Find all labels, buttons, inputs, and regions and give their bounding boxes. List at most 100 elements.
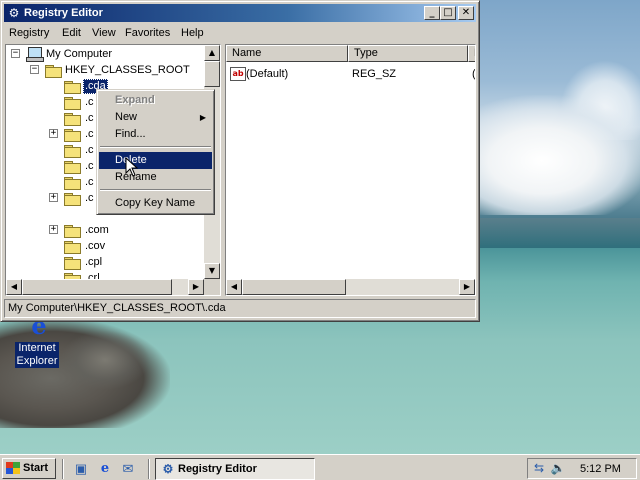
menu-item-find[interactable]: Find... (99, 126, 212, 143)
tree-label: .c (85, 176, 94, 188)
folder-open-icon (45, 64, 62, 78)
menu-favorites[interactable]: Favorites (122, 26, 173, 40)
tree-label: .c (85, 112, 94, 124)
column-header-name[interactable]: Name (226, 45, 348, 62)
menu-separator (100, 189, 211, 191)
value-name: (Default) (246, 68, 289, 80)
wallpaper-rocks (60, 330, 150, 390)
scroll-down-button[interactable]: ▼ (204, 263, 220, 279)
internet-explorer-quicklaunch-icon[interactable]: e (96, 460, 114, 478)
menu-item-delete[interactable]: Delete (99, 152, 212, 169)
tree-node[interactable]: + .com (6, 222, 206, 238)
taskbar-divider (62, 459, 64, 479)
list-row[interactable]: ab (Default) REG_SZ ( (226, 66, 476, 82)
folder-icon (64, 112, 81, 126)
taskbar-divider (148, 459, 150, 479)
scrollbar-corner (204, 279, 220, 295)
tree-label: .c (85, 128, 94, 140)
mouse-pointer-icon (125, 157, 139, 177)
wallpaper-cloud (470, 95, 640, 215)
scroll-up-button[interactable]: ▲ (204, 45, 220, 61)
context-menu: Expand New ▶ Find... Delete Rename Copy K… (96, 89, 215, 215)
taskbar-button-registry-editor[interactable]: ⚙ Registry Editor (155, 458, 315, 480)
outlook-express-icon[interactable]: ✉ (119, 460, 137, 478)
scroll-right-button[interactable]: ▶ (188, 279, 204, 295)
tree-node[interactable]: .cpl (6, 254, 206, 270)
clock[interactable]: 5:12 PM (580, 461, 621, 477)
expand-icon[interactable]: + (49, 129, 58, 138)
tree-label: .cov (85, 240, 106, 252)
folder-icon (64, 176, 81, 190)
volume-icon[interactable]: 🔈 (550, 460, 566, 476)
menu-separator (100, 146, 211, 148)
menu-item-rename[interactable]: Rename (99, 169, 212, 186)
tree-label: .c (85, 96, 94, 108)
status-bar: My Computer\HKEY_CLASSES_ROOT\.cda (4, 299, 476, 318)
tree-label: .c (85, 192, 94, 204)
value-data: ( (472, 68, 476, 80)
taskbar: Start ▣ e ✉ ⚙ Registry Editor ⇆ 🔈 5:12 P… (0, 454, 640, 480)
scroll-left-button[interactable]: ◀ (6, 279, 22, 295)
tree-node[interactable]: .cov (6, 238, 206, 254)
folder-icon (64, 96, 81, 110)
start-label: Start (23, 462, 49, 474)
folder-icon (64, 240, 81, 254)
tree-horizontal-scrollbar[interactable]: ◀ ▶ (6, 279, 204, 295)
menu-bar: Registry Edit View Favorites Help (4, 24, 476, 42)
close-button[interactable]: ✕ (458, 6, 474, 20)
tree-label: HKEY_CLASSES_ROOT (65, 64, 190, 76)
tree-label: My Computer (46, 48, 113, 60)
value-list-pane[interactable]: Name Type D ab (Default) REG_SZ ( ◀ ▶ (225, 44, 476, 296)
folder-icon (64, 160, 81, 174)
tree-label: .cpl (85, 256, 103, 268)
menu-help[interactable]: Help (178, 26, 207, 40)
desktop-icon-internet-explorer[interactable]: e Internet Explorer (6, 314, 68, 368)
folder-icon (64, 128, 81, 142)
scroll-right-button[interactable]: ▶ (459, 279, 475, 295)
system-tray: ⇆ 🔈 5:12 PM (527, 458, 637, 479)
scroll-thumb[interactable] (204, 61, 220, 87)
registry-editor-icon: ⚙ (8, 6, 20, 20)
wallpaper-sea (478, 218, 640, 248)
menu-edit[interactable]: Edit (59, 26, 84, 40)
folder-icon (64, 224, 81, 238)
collapse-icon[interactable]: − (11, 49, 20, 58)
title-bar[interactable]: ⚙ Registry Editor _ □ ✕ (4, 4, 476, 22)
scroll-thumb[interactable] (22, 279, 172, 295)
string-value-icon: ab (230, 67, 246, 81)
menu-item-copy-key-name[interactable]: Copy Key Name (99, 195, 212, 212)
registry-editor-icon: ⚙ (162, 462, 174, 476)
value-type: REG_SZ (352, 68, 397, 80)
scroll-left-button[interactable]: ◀ (226, 279, 242, 295)
registry-editor-window: ⚙ Registry Editor _ □ ✕ Registry Edit Vi… (0, 0, 480, 322)
menu-view[interactable]: View (89, 26, 119, 40)
menu-item-expand: Expand (115, 94, 155, 106)
expand-icon[interactable]: + (49, 193, 58, 202)
expand-icon[interactable]: + (49, 225, 58, 234)
windows-logo-icon (6, 462, 20, 474)
menu-registry[interactable]: Registry (6, 26, 52, 40)
folder-icon (64, 80, 81, 94)
desktop-icon-label: Internet Explorer (14, 342, 60, 368)
collapse-icon[interactable]: − (30, 65, 39, 74)
window-title: Registry Editor (24, 7, 103, 19)
tree-node-my-computer[interactable]: − My Computer (6, 46, 206, 62)
tree-label: .com (85, 224, 109, 236)
scroll-thumb[interactable] (242, 279, 346, 295)
folder-icon (64, 192, 81, 206)
column-header-type[interactable]: Type (348, 45, 468, 62)
taskbar-button-label: Registry Editor (178, 463, 257, 475)
tree-label: .c (85, 144, 94, 156)
tree-node-hkcr[interactable]: − HKEY_CLASSES_ROOT (6, 62, 206, 78)
tree-label: .c (85, 160, 94, 172)
menu-item-label: New (115, 111, 138, 123)
maximize-button[interactable]: □ (440, 6, 456, 20)
column-header-data[interactable]: D (468, 45, 475, 62)
network-icon[interactable]: ⇆ (531, 460, 547, 476)
show-desktop-icon[interactable]: ▣ (72, 460, 90, 478)
menu-item-new[interactable]: New ▶ (99, 109, 212, 126)
list-horizontal-scrollbar[interactable]: ◀ ▶ (226, 279, 475, 295)
start-button[interactable]: Start (2, 458, 56, 479)
folder-icon (64, 144, 81, 158)
minimize-button[interactable]: _ (424, 6, 440, 20)
